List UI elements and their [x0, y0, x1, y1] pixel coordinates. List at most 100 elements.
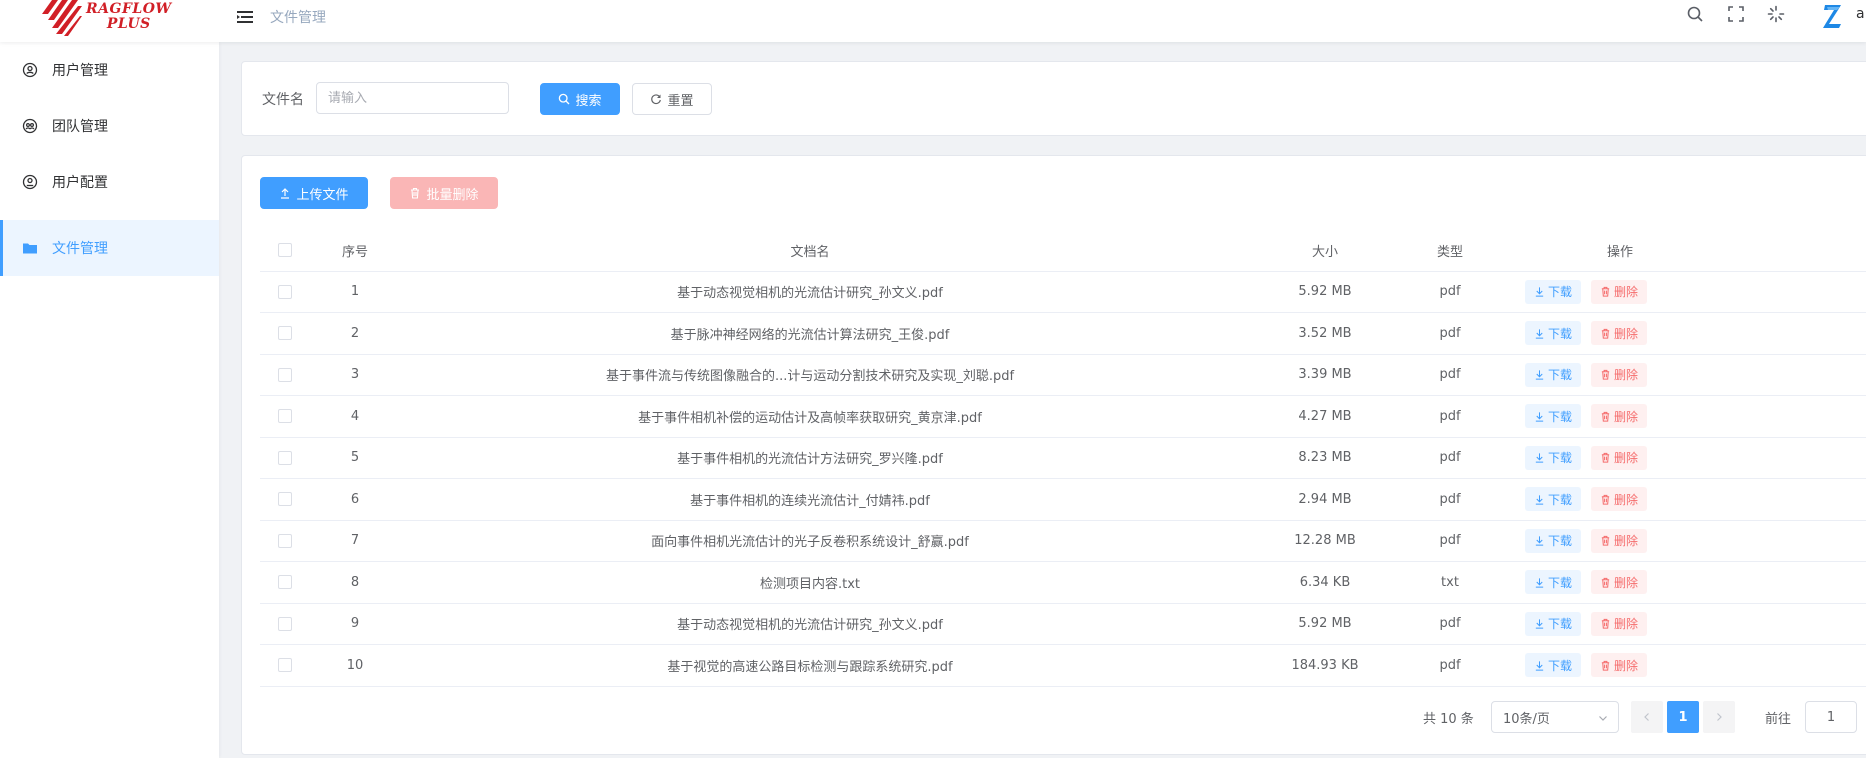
sidebar: 用户管理 团队管理 用户配置 文件管理: [0, 42, 219, 758]
batch-delete-button-label: 批量删除: [426, 187, 479, 203]
column-header-name[interactable]: 文档名: [400, 230, 1220, 271]
download-button[interactable]: 下载: [1525, 321, 1582, 346]
download-button[interactable]: 下载: [1525, 279, 1582, 304]
row-checkbox[interactable]: [278, 284, 292, 299]
row-file-size: 3.39 MB: [1298, 367, 1352, 383]
search-icon[interactable]: [1686, 5, 1704, 23]
filename-search-input[interactable]: [316, 82, 509, 114]
table-body: 1 基于动态视觉相机的光流估计研究_孙文义.pdf 5.92 MB pdf 下载 删除 2 基…: [260, 272, 1866, 687]
avatar[interactable]: [1818, 2, 1846, 30]
row-select-cell: [260, 438, 310, 479]
download-button[interactable]: 下载: [1525, 570, 1582, 595]
column-header-type[interactable]: 类型: [1400, 230, 1500, 271]
sidebar-item-files[interactable]: 文件管理: [0, 220, 219, 276]
delete-button[interactable]: 删除: [1591, 404, 1648, 429]
sidebar-item-teams[interactable]: 团队管理: [0, 98, 219, 154]
row-checkbox[interactable]: [278, 450, 292, 465]
menu-fold-icon[interactable]: [236, 8, 254, 26]
delete-icon: [411, 187, 420, 199]
sidebar-item-users[interactable]: 用户管理: [0, 42, 219, 98]
delete-icon: [1601, 660, 1610, 671]
folder-icon: [23, 243, 37, 254]
row-file-type: pdf: [1439, 533, 1461, 549]
delete-button-label: 删除: [1614, 409, 1639, 424]
download-button-label: 下载: [1548, 534, 1573, 549]
sidebar-item-label: 用户配置: [52, 175, 108, 191]
delete-icon: [1601, 411, 1610, 422]
row-actions: 下载 删除: [1520, 355, 1720, 396]
prev-page-button[interactable]: [1631, 701, 1663, 733]
username[interactable]: a: [1856, 6, 1865, 22]
row-checkbox[interactable]: [278, 492, 292, 507]
delete-button[interactable]: 删除: [1591, 321, 1648, 346]
column-header-index[interactable]: 序号: [310, 230, 400, 271]
page-size-select[interactable]: 10条/页: [1491, 701, 1619, 733]
table-row: 10 基于视觉的高速公路目标检测与跟踪系统研究.pdf 184.93 KB pdf 下载…: [260, 645, 1866, 687]
download-button[interactable]: 下载: [1525, 528, 1582, 553]
row-file-size: 5.92 MB: [1298, 284, 1352, 300]
reset-button[interactable]: 重置: [632, 83, 712, 115]
select-all-checkbox[interactable]: [278, 243, 292, 258]
download-button-label: 下载: [1548, 451, 1573, 466]
row-file-size: 184.93 KB: [1291, 657, 1359, 673]
row-file-name: 基于事件流与传统图像融合的...计与运动分割技术研究及实现_刘聪.pdf: [605, 369, 1015, 385]
delete-button[interactable]: 删除: [1591, 611, 1648, 636]
batch-delete-button[interactable]: 批量删除: [390, 177, 498, 209]
row-checkbox[interactable]: [278, 533, 292, 548]
fullscreen-icon[interactable]: [1727, 5, 1745, 23]
upload-file-button[interactable]: 上传文件: [260, 177, 368, 209]
ragflow-logo-icon: [42, 0, 82, 36]
row-file-size: 5.92 MB: [1298, 616, 1352, 632]
row-actions: 下载 删除: [1520, 479, 1720, 520]
sidebar-item-user-config[interactable]: 用户配置: [0, 154, 219, 210]
delete-button[interactable]: 删除: [1591, 279, 1648, 304]
row-file-size: 4.27 MB: [1298, 408, 1352, 424]
download-button[interactable]: 下载: [1525, 611, 1582, 636]
delete-button[interactable]: 删除: [1591, 570, 1648, 595]
row-checkbox[interactable]: [278, 367, 292, 382]
column-header-size[interactable]: 大小: [1260, 230, 1390, 271]
row-file-name: 检测项目内容.txt: [759, 576, 861, 592]
download-button-label: 下载: [1548, 575, 1573, 590]
row-checkbox[interactable]: [278, 658, 292, 673]
reset-button-label: 重置: [667, 93, 694, 109]
delete-button-label: 删除: [1614, 492, 1639, 507]
goto-page-input[interactable]: [1805, 701, 1857, 733]
delete-button-label: 删除: [1614, 326, 1639, 341]
row-file-size: 6.34 KB: [1299, 574, 1351, 590]
logo[interactable]: RAGFLOW PLUS: [42, 0, 177, 38]
chevron-down-icon: [1599, 716, 1607, 721]
delete-button[interactable]: 删除: [1591, 487, 1648, 512]
next-page-button[interactable]: [1703, 701, 1735, 733]
delete-button-label: 删除: [1614, 368, 1639, 383]
row-select-cell: [260, 562, 310, 603]
delete-button[interactable]: 删除: [1591, 528, 1648, 553]
loading-icon[interactable]: [1767, 5, 1785, 23]
row-index: 6: [350, 491, 360, 507]
row-checkbox[interactable]: [278, 326, 292, 341]
search-button[interactable]: 搜索: [540, 83, 620, 115]
row-index: 1: [350, 284, 360, 300]
row-select-cell: [260, 604, 310, 645]
download-button[interactable]: 下载: [1525, 362, 1582, 387]
download-icon: [1535, 536, 1544, 546]
download-button[interactable]: 下载: [1525, 487, 1582, 512]
download-button[interactable]: 下载: [1525, 653, 1582, 678]
download-button[interactable]: 下载: [1525, 445, 1582, 470]
delete-button[interactable]: 删除: [1591, 445, 1648, 470]
delete-button[interactable]: 删除: [1591, 362, 1648, 387]
row-checkbox[interactable]: [278, 409, 292, 424]
download-button-label: 下载: [1548, 658, 1573, 673]
delete-icon: [1601, 536, 1610, 546]
download-icon: [1535, 287, 1544, 297]
delete-icon: [1601, 453, 1610, 463]
page-number-button[interactable]: 1: [1667, 701, 1699, 733]
delete-icon: [1601, 619, 1610, 629]
table-row: 3 基于事件流与传统图像融合的...计与运动分割技术研究及实现_刘聪.pdf 3.3…: [260, 355, 1866, 396]
row-checkbox[interactable]: [278, 616, 292, 631]
upload-icon: [281, 188, 290, 199]
delete-button-label: 删除: [1614, 451, 1639, 466]
download-button[interactable]: 下载: [1525, 404, 1582, 429]
row-checkbox[interactable]: [278, 575, 292, 590]
delete-button[interactable]: 删除: [1591, 653, 1648, 678]
